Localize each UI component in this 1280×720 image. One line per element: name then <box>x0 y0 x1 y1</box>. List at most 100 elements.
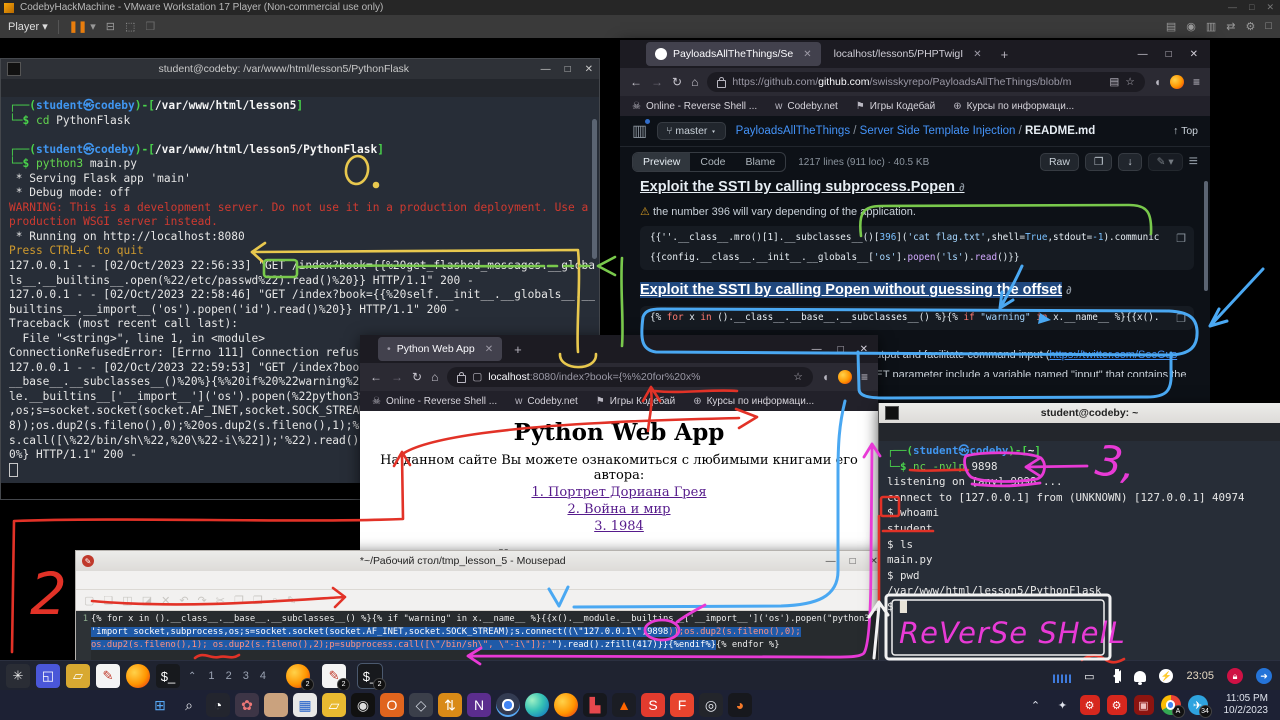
win-start-icon[interactable]: ⊞ <box>148 693 172 717</box>
mousepad-titlebar[interactable]: ✎ *~/Рабочий стол/tmp_lesson_5 - Mousepa… <box>76 551 884 571</box>
bookmark-codeby[interactable]: wCodeby.net <box>775 101 838 112</box>
home-button[interactable]: ⌂ <box>691 75 698 89</box>
reload-button[interactable]: ↻ <box>672 75 682 89</box>
close-file-icon[interactable]: ✕ <box>161 594 170 607</box>
tab-preview[interactable]: Preview <box>633 153 690 171</box>
vm-pause-button[interactable]: ❚❚ ▾ <box>69 20 96 33</box>
tray-gear2-icon[interactable]: ⚙ <box>1107 695 1127 715</box>
tab-python-web-app[interactable]: • Python Web App✕ <box>378 337 502 361</box>
bookmark-courses[interactable]: ⊕Курсы по информаци... <box>953 101 1074 112</box>
terminal-left-titlebar[interactable]: student@codeby: /var/www/html/lesson5/Py… <box>1 59 599 79</box>
minimize-button[interactable]: — <box>812 344 822 355</box>
forward-button[interactable]: → <box>391 370 403 384</box>
tray-expand-icon[interactable]: ⌃ <box>1026 695 1046 715</box>
mousepad-text[interactable]: {% for x in ().__class__.__base__.__subc… <box>91 611 870 661</box>
colors-app-icon[interactable]: ✿ <box>235 693 259 717</box>
hamburger-menu-icon[interactable]: ≡ <box>861 370 868 384</box>
chrome-icon[interactable] <box>496 693 520 717</box>
find-icon[interactable]: ⌕ <box>272 594 278 607</box>
close-button[interactable]: ✕ <box>870 556 878 567</box>
logout-icon[interactable]: ➜ <box>1256 668 1272 684</box>
back-button[interactable]: ← <box>630 75 642 89</box>
terminal-right-titlebar[interactable]: student@codeby: ~ <box>879 403 1280 423</box>
speedtest-icon[interactable]: ◔ <box>206 693 230 717</box>
outline-icon[interactable]: ≡ <box>1189 153 1198 171</box>
save-icon[interactable]: ◫ <box>122 594 132 607</box>
firefox-account-icon[interactable] <box>838 370 852 384</box>
network-adapter-icon[interactable]: ▥ <box>1206 20 1216 33</box>
forward-button[interactable]: → <box>651 75 663 89</box>
fullscreen-icon[interactable]: ⬚ <box>125 20 135 33</box>
bookmark-online-reverse-shell[interactable]: ☠Online - Reverse Shell ... <box>632 101 757 112</box>
tab-close-icon[interactable]: ✕ <box>973 49 981 60</box>
copy-code-icon[interactable]: ❐ <box>1176 312 1186 325</box>
tray-telegram-icon[interactable]: ✈34 <box>1188 695 1208 715</box>
vmware-close-button[interactable]: ✕ <box>1266 2 1274 13</box>
maximize-button[interactable]: □ <box>838 344 844 355</box>
tray-darkred-icon[interactable]: ▣ <box>1134 695 1154 715</box>
maximize-guest-icon[interactable]: □ <box>1265 20 1272 33</box>
tray-wolf-icon[interactable]: ✦ <box>1053 695 1073 715</box>
breadcrumb-folder[interactable]: Server Side Template Injection <box>860 125 1016 137</box>
hamburger-menu-icon[interactable]: ≡ <box>1193 75 1200 89</box>
tray-chrome-icon[interactable]: A <box>1161 695 1181 715</box>
redo-icon[interactable]: ↷ <box>198 594 207 607</box>
mousepad-editor[interactable]: 1 {% for x in ().__class__.__base__.__su… <box>76 611 884 661</box>
book-link-2[interactable]: 2. Война и мир <box>360 502 878 517</box>
volume-icon[interactable] <box>1107 670 1121 682</box>
firefox-launcher-icon[interactable] <box>126 664 150 688</box>
usb-icon[interactable]: ⇄ <box>1226 20 1235 33</box>
running-mousepad[interactable]: ✎2 <box>322 664 346 688</box>
vmware-maximize-button[interactable]: □ <box>1249 2 1254 13</box>
book-link-3[interactable]: 3. 1984 <box>360 519 878 534</box>
system-monitor-icon[interactable] <box>1053 669 1071 683</box>
bookmark-star-icon[interactable]: ☆ <box>1125 76 1134 88</box>
terminal-left-scrollbar[interactable] <box>592 119 597 259</box>
file-manager-icon[interactable]: ▱ <box>66 664 90 688</box>
blender-icon[interactable]: ◕ <box>728 693 752 717</box>
power-manager-icon[interactable]: ⚡ <box>1159 669 1173 683</box>
bookmark-online-reverse-shell[interactable]: ☠Online - Reverse Shell ... <box>372 396 497 407</box>
bookmark-games[interactable]: ⚑Игры Кодебай <box>856 101 935 112</box>
minimize-button[interactable]: — <box>541 64 551 75</box>
win-search-icon[interactable]: ⌕ <box>177 693 201 717</box>
copy-icon[interactable]: ❐ <box>234 594 244 607</box>
octopus-app-icon[interactable]: O <box>380 693 404 717</box>
terminal-launcher-icon[interactable]: $_ <box>156 664 180 688</box>
pocket-shield-icon[interactable]: ◖ <box>1154 75 1161 89</box>
notifications-icon[interactable] <box>1134 671 1146 682</box>
reload-button[interactable]: ↻ <box>412 370 422 384</box>
pocket-shield-icon[interactable]: ◖ <box>822 370 829 384</box>
obs-icon[interactable]: ◎ <box>699 693 723 717</box>
paste-icon[interactable]: ❒ <box>253 594 263 607</box>
stats-app-icon[interactable]: ▙ <box>583 693 607 717</box>
tab-close-icon[interactable]: ✕ <box>803 49 811 60</box>
book-link-1[interactable]: 1. Портрет Дориана Грея <box>360 485 878 500</box>
player-menu[interactable]: Player ▾ <box>8 20 48 33</box>
send-ctrl-alt-del-icon[interactable]: ⊟ <box>106 20 115 33</box>
calendar-icon[interactable]: ▦ <box>293 693 317 717</box>
sidebar-toggle-icon[interactable]: ▥ <box>632 121 647 141</box>
bookmark-codeby[interactable]: wCodeby.net <box>515 396 578 407</box>
url-bar[interactable]: https://github.com/github.com/swisskyrep… <box>707 72 1144 92</box>
tab-close-icon[interactable]: ✕ <box>485 344 493 355</box>
workspace-switcher[interactable]: 1 2 3 4 <box>208 670 270 682</box>
section-heading-popen-offset[interactable]: Exploit the SSTI by calling Popen withou… <box>640 282 1194 298</box>
linux-clock[interactable]: 23:05 <box>1186 670 1214 682</box>
maximize-button[interactable]: □ <box>850 556 856 567</box>
reader-mode-icon[interactable]: ▤ <box>1109 76 1119 88</box>
new-tab-button[interactable]: + <box>1001 47 1009 62</box>
harddisk-icon[interactable]: ▤ <box>1166 20 1176 33</box>
settings-icon[interactable]: ⚙ <box>1245 20 1255 33</box>
twitter-link[interactable]: https://twitter.com/SecGus <box>1049 349 1177 361</box>
new-tab-button[interactable]: + <box>514 342 522 357</box>
minimize-button[interactable]: — <box>1138 49 1148 60</box>
edge-icon[interactable] <box>525 693 549 717</box>
url-bar[interactable]: ▢ localhost:8080/index?book={%%20for%20x… <box>447 367 812 387</box>
show-desktop-icon[interactable]: ◱ <box>36 664 60 688</box>
firefox-account-icon[interactable] <box>1170 75 1184 89</box>
cut-icon[interactable]: ✂ <box>216 594 225 607</box>
raw-button[interactable]: Raw <box>1040 153 1079 171</box>
running-firefox[interactable]: 2 <box>286 664 310 688</box>
maximize-button[interactable]: □ <box>1166 49 1172 60</box>
